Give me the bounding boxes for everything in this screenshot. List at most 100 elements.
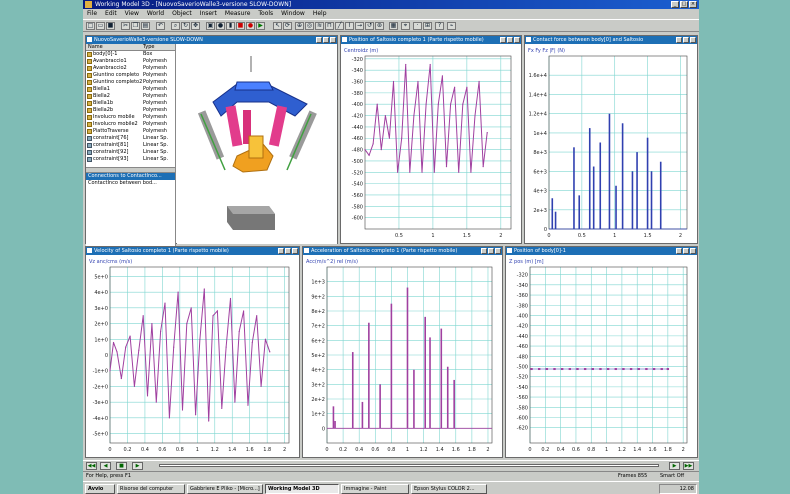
rope-tool-icon[interactable]: ⌇ (345, 22, 354, 30)
menu-world[interactable]: World (146, 9, 165, 18)
taskbar-item-paint[interactable]: Immagine - Paint (341, 484, 409, 494)
velocity-graph-window[interactable]: Velocity of Saltosio completo 1 (Parte r… (85, 246, 300, 458)
window-close-icon[interactable] (495, 248, 501, 254)
menu-tools[interactable]: Tools (257, 9, 274, 18)
damper-tool-icon[interactable]: ⊓ (325, 22, 334, 30)
help-pointer-icon[interactable]: ? (435, 22, 444, 30)
tree-item[interactable]: Involucro mobile Polymesh (86, 114, 175, 121)
window-maximize-icon[interactable] (323, 37, 329, 43)
copy-icon[interactable]: ❐ (131, 22, 140, 30)
menu-file[interactable]: File (86, 9, 98, 18)
window-minimize-icon[interactable] (481, 248, 487, 254)
tree-col-name[interactable]: Name (86, 44, 141, 50)
tree-item[interactable]: Avanbraccio2 Polymesh (86, 65, 175, 72)
start-button[interactable]: Avvio (85, 484, 115, 494)
tree-col-type[interactable]: Type (141, 44, 154, 50)
tree-item[interactable]: constraint[92] Linear Sp. (86, 149, 175, 156)
tree-item[interactable]: Involucro mobile2 Polymesh (86, 121, 175, 128)
window-minimize-icon[interactable] (500, 37, 506, 43)
tree-item[interactable]: Biella1b Polymesh (86, 100, 175, 107)
zoom-icon[interactable]: ⌕ (171, 22, 180, 30)
menu-measure[interactable]: Measure (224, 9, 252, 18)
window-maximize-icon[interactable] (507, 37, 513, 43)
window-maximize-icon[interactable] (683, 37, 689, 43)
position-graph-window[interactable]: Position of Saltosio completo 1 (Parte r… (340, 35, 522, 244)
align-tool-icon[interactable]: ⊞ (423, 22, 432, 30)
tree-item[interactable]: constraint[76] Linear Sp. (86, 135, 175, 142)
tree-item[interactable]: Biella2b Polymesh (86, 107, 175, 114)
cut-icon[interactable]: ✂ (121, 22, 130, 30)
force-tool-icon[interactable]: → (355, 22, 364, 30)
tree-item[interactable]: Avanbraccio1 Polymesh (86, 58, 175, 65)
taskbar-item-mail[interactable]: Gabbriere E Pliko - [Micro...] (187, 484, 263, 494)
hinge-tool-icon[interactable]: ◎ (305, 22, 314, 30)
rod-tool-icon[interactable]: ╱ (335, 22, 344, 30)
window-minimize-icon[interactable] (676, 37, 682, 43)
taskbar-item-printer[interactable]: Epson Stylus COLOR 2... (411, 484, 487, 494)
taskbar-item-computer[interactable]: Risorse del computer (117, 484, 185, 494)
velocity-graph-titlebar[interactable]: Velocity of Saltosio completo 1 (Parte r… (86, 247, 299, 255)
new-file-icon[interactable]: □ (86, 22, 95, 30)
torque-tool-icon[interactable]: ↺ (365, 22, 374, 30)
step-forward-icon[interactable]: ▶ (132, 462, 143, 470)
window-close-icon[interactable] (514, 37, 520, 43)
window-minimize-icon[interactable] (278, 248, 284, 254)
step-back-icon[interactable]: ◀ (100, 462, 111, 470)
stop-icon[interactable]: ■ (236, 22, 245, 30)
play-icon[interactable]: ▶ (669, 462, 680, 470)
sphere-tool-icon[interactable]: ● (216, 22, 225, 30)
point-tool-icon[interactable]: · (413, 22, 422, 30)
rotate-tool-icon[interactable]: ⟳ (283, 22, 292, 30)
body-position-graph-titlebar[interactable]: Position of body[0]-1 (506, 247, 697, 255)
window-close-icon[interactable] (292, 248, 298, 254)
window-maximize-icon[interactable] (683, 248, 689, 254)
menu-view[interactable]: View (124, 9, 140, 18)
acceleration-graph-titlebar[interactable]: Acceleration of Saltosio completo 1 (Par… (303, 247, 502, 255)
tree-item[interactable]: constraint[93] Linear Sp. (86, 156, 175, 163)
measure-tool-icon[interactable]: ⌖ (401, 22, 410, 30)
pointer-tool-icon[interactable]: ↖ (273, 22, 282, 30)
model-window-titlebar[interactable]: NuovoSaverioWalle3-versione SLOW-DOWN (86, 36, 337, 44)
taskbar-item-working-model[interactable]: Working Model 3D (265, 484, 339, 494)
window-close-icon[interactable] (330, 37, 336, 43)
tree-item[interactable]: Biella2 Polymesh (86, 93, 175, 100)
tree-item[interactable]: Giuntino completo2 Polymesh (86, 79, 175, 86)
menu-edit[interactable]: Edit (104, 9, 118, 18)
joint-tool-icon[interactable]: ⊕ (295, 22, 304, 30)
link-tool-icon[interactable]: ⌁ (447, 22, 456, 30)
paste-icon[interactable]: ▤ (141, 22, 150, 30)
maximize-button[interactable]: □ (680, 1, 688, 8)
minimize-button[interactable]: _ (671, 1, 679, 8)
model-window[interactable]: NuovoSaverioWalle3-versione SLOW-DOWN Na… (85, 35, 338, 246)
window-close-icon[interactable] (690, 37, 696, 43)
tree-item[interactable]: PiattoTraverse Polymesh (86, 128, 175, 135)
open-file-icon[interactable]: ▭ (96, 22, 105, 30)
position-graph-titlebar[interactable]: Position of Saltosio completo 1 (Parte r… (341, 36, 521, 44)
menu-window[interactable]: Window (280, 9, 306, 18)
menu-object[interactable]: Object (171, 9, 193, 18)
record-icon[interactable]: ● (246, 22, 255, 30)
tree-item[interactable]: Biella1 Polymesh (86, 86, 175, 93)
window-minimize-icon[interactable] (676, 248, 682, 254)
undo-icon[interactable]: ↶ (156, 22, 165, 30)
tree-item[interactable]: Giuntino completo Polymesh (86, 72, 175, 79)
spring-tool-icon[interactable]: ≋ (315, 22, 324, 30)
contact-force-graph-titlebar[interactable]: Contact force between body[0] and Saltos… (525, 36, 697, 44)
meter-tool-icon[interactable]: ▦ (389, 22, 398, 30)
window-maximize-icon[interactable] (488, 248, 494, 254)
pan-view-icon[interactable]: ✥ (191, 22, 200, 30)
cylinder-tool-icon[interactable]: ▮ (226, 22, 235, 30)
box-tool-icon[interactable]: ▣ (206, 22, 215, 30)
rewind-icon[interactable]: ◀◀ (86, 462, 97, 470)
window-maximize-icon[interactable] (285, 248, 291, 254)
window-minimize-icon[interactable] (316, 37, 322, 43)
close-button[interactable]: × (689, 1, 697, 8)
window-close-icon[interactable] (690, 248, 696, 254)
fast-forward-icon[interactable]: ▶▶ (683, 462, 694, 470)
connection-item[interactable]: ContactInco between bod... (86, 180, 175, 187)
rotate-view-icon[interactable]: ↻ (181, 22, 190, 30)
tree-item[interactable]: body[0]-1 Box (86, 51, 175, 58)
save-file-icon[interactable]: ■ (106, 22, 115, 30)
tree-item[interactable]: constraint[81] Linear Sp. (86, 142, 175, 149)
stop-icon[interactable]: ■ (116, 462, 127, 470)
